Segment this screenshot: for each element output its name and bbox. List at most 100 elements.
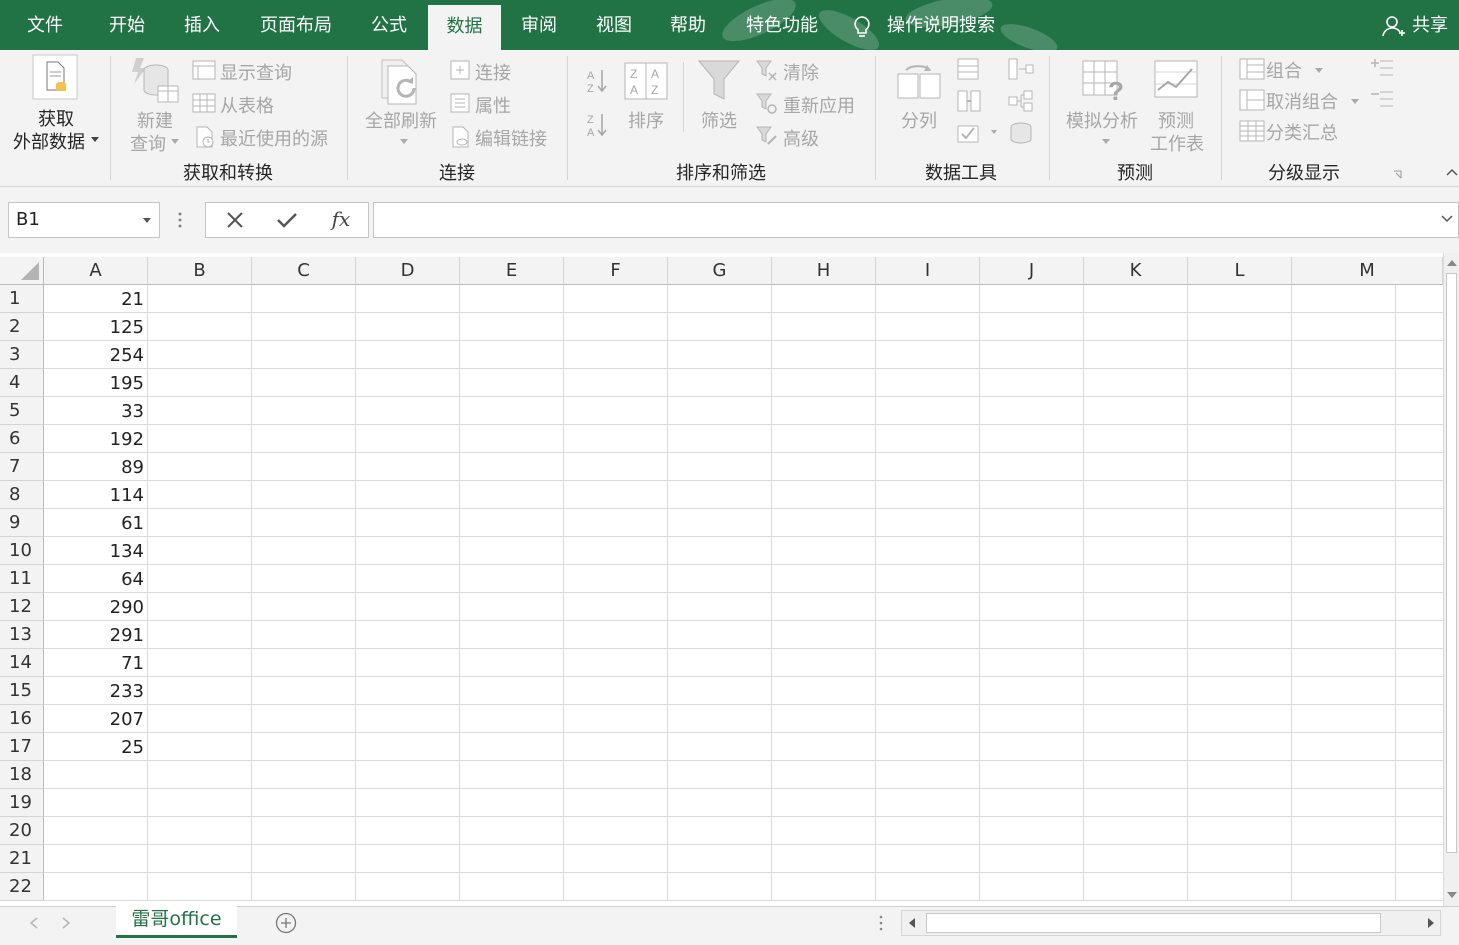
remove-duplicates-icon[interactable] xyxy=(957,90,981,112)
tab-data[interactable]: 数据 xyxy=(428,5,501,50)
tab-review[interactable]: 审阅 xyxy=(508,0,570,50)
group-label-connections: 连接 xyxy=(439,163,475,184)
scroll-down-icon[interactable] xyxy=(1447,891,1457,899)
collapse-ribbon-icon[interactable] xyxy=(1446,168,1458,176)
row-header[interactable]: 13 xyxy=(0,621,44,649)
hide-detail-icon[interactable] xyxy=(1370,89,1394,109)
row-header[interactable]: 19 xyxy=(0,789,44,817)
cell-a17[interactable]: 25 xyxy=(44,733,148,761)
sort-descending-icon[interactable]: ZA xyxy=(587,112,609,138)
name-box-dropdown-icon[interactable] xyxy=(143,218,151,223)
tab-special-features[interactable]: 特色功能 xyxy=(738,0,826,50)
row-header[interactable]: 3 xyxy=(0,341,44,369)
cell-a3[interactable]: 254 xyxy=(44,341,148,369)
row-header[interactable]: 6 xyxy=(0,425,44,453)
tab-formulas[interactable]: 公式 xyxy=(358,0,420,50)
cell-a10[interactable]: 134 xyxy=(44,537,148,565)
scroll-up-icon[interactable] xyxy=(1447,259,1457,267)
row-header[interactable]: 22 xyxy=(0,873,44,901)
tab-help[interactable]: 帮助 xyxy=(657,0,719,50)
column-header-c[interactable]: C xyxy=(252,257,356,285)
column-header-f[interactable]: F xyxy=(564,257,668,285)
vertical-scrollbar[interactable] xyxy=(1443,253,1459,906)
column-header-d[interactable]: D xyxy=(356,257,460,285)
insert-function-button[interactable]: fx xyxy=(316,203,366,237)
column-header-g[interactable]: G xyxy=(668,257,772,285)
row-header[interactable]: 15 xyxy=(0,677,44,705)
cell-a13[interactable]: 291 xyxy=(44,621,148,649)
consolidate-icon[interactable] xyxy=(1008,58,1034,80)
column-header-i[interactable]: I xyxy=(876,257,980,285)
row-header[interactable]: 1 xyxy=(0,285,44,313)
cell-a7[interactable]: 89 xyxy=(44,453,148,481)
row-header[interactable]: 2 xyxy=(0,313,44,341)
vertical-scroll-thumb[interactable] xyxy=(1446,273,1457,853)
cell-a9[interactable]: 61 xyxy=(44,509,148,537)
row-header[interactable]: 11 xyxy=(0,565,44,593)
cell-a14[interactable]: 71 xyxy=(44,649,148,677)
horizontal-scrollbar[interactable] xyxy=(901,910,1441,936)
add-sheet-icon[interactable] xyxy=(275,912,297,934)
cell-a4[interactable]: 195 xyxy=(44,369,148,397)
data-validation-icon[interactable] xyxy=(957,122,999,144)
row-header[interactable]: 8 xyxy=(0,481,44,509)
scroll-right-icon[interactable] xyxy=(1427,918,1435,928)
cell-a16[interactable]: 207 xyxy=(44,705,148,733)
sort-ascending-icon[interactable]: AZ xyxy=(587,68,609,94)
tab-insert[interactable]: 插入 xyxy=(171,0,233,50)
what-if-analysis-label: 模拟分析 xyxy=(1066,111,1138,132)
formula-input[interactable] xyxy=(373,202,1459,238)
show-detail-icon[interactable] xyxy=(1370,58,1394,78)
column-header-b[interactable]: B xyxy=(148,257,252,285)
column-header-m[interactable]: M xyxy=(1292,257,1443,285)
column-header-h[interactable]: H xyxy=(772,257,876,285)
enter-check-icon[interactable] xyxy=(262,203,312,237)
previous-sheet-icon[interactable] xyxy=(30,917,38,929)
expand-formula-bar-icon[interactable] xyxy=(1441,215,1453,223)
scroll-left-icon[interactable] xyxy=(908,918,916,928)
cell-area[interactable] xyxy=(44,285,1443,901)
horizontal-scroll-thumb[interactable] xyxy=(926,913,1381,933)
sheet-tab-active[interactable]: 雷哥office xyxy=(116,906,237,938)
tab-page-layout[interactable]: 页面布局 xyxy=(250,0,342,50)
cancel-icon[interactable] xyxy=(209,203,259,237)
row-header[interactable]: 10 xyxy=(0,537,44,565)
column-header-k[interactable]: K xyxy=(1084,257,1188,285)
column-header-a[interactable]: A xyxy=(44,257,148,285)
flash-fill-icon[interactable] xyxy=(957,58,981,80)
resize-handle-icon[interactable] xyxy=(178,211,182,229)
row-header[interactable]: 21 xyxy=(0,845,44,873)
cell-a6[interactable]: 192 xyxy=(44,425,148,453)
row-header[interactable]: 16 xyxy=(0,705,44,733)
row-header[interactable]: 12 xyxy=(0,593,44,621)
tab-home[interactable]: 开始 xyxy=(96,0,158,50)
data-model-icon[interactable] xyxy=(1008,122,1034,144)
worksheet-grid[interactable]: ABCDEFGHIJKLM 1 2 3 4 5 6 7 8 9 10 11 12 13 14 15 16 17 1… xyxy=(0,253,1459,906)
cell-a15[interactable]: 233 xyxy=(44,677,148,705)
split-handle-icon[interactable] xyxy=(879,915,883,931)
tab-file[interactable]: 文件 xyxy=(14,0,76,50)
column-header-e[interactable]: E xyxy=(460,257,564,285)
cell-a12[interactable]: 290 xyxy=(44,593,148,621)
cell-a8[interactable]: 114 xyxy=(44,481,148,509)
cell-a2[interactable]: 125 xyxy=(44,313,148,341)
row-header[interactable]: 9 xyxy=(0,509,44,537)
row-header[interactable]: 7 xyxy=(0,453,44,481)
row-header[interactable]: 14 xyxy=(0,649,44,677)
dialog-launcher-icon[interactable] xyxy=(1393,170,1402,179)
row-header[interactable]: 18 xyxy=(0,761,44,789)
row-header[interactable]: 5 xyxy=(0,397,44,425)
cell-a5[interactable]: 33 xyxy=(44,397,148,425)
row-header[interactable]: 17 xyxy=(0,733,44,761)
row-header[interactable]: 20 xyxy=(0,817,44,845)
next-sheet-icon[interactable] xyxy=(62,917,70,929)
name-box[interactable]: B1 xyxy=(8,202,160,238)
cell-a11[interactable]: 64 xyxy=(44,565,148,593)
select-all-button[interactable] xyxy=(0,257,44,285)
relationships-icon[interactable] xyxy=(1008,90,1034,112)
row-header[interactable]: 4 xyxy=(0,369,44,397)
cell-a1[interactable]: 21 xyxy=(44,285,148,313)
column-header-j[interactable]: J xyxy=(980,257,1084,285)
tab-view[interactable]: 视图 xyxy=(583,0,645,50)
column-header-l[interactable]: L xyxy=(1188,257,1292,285)
